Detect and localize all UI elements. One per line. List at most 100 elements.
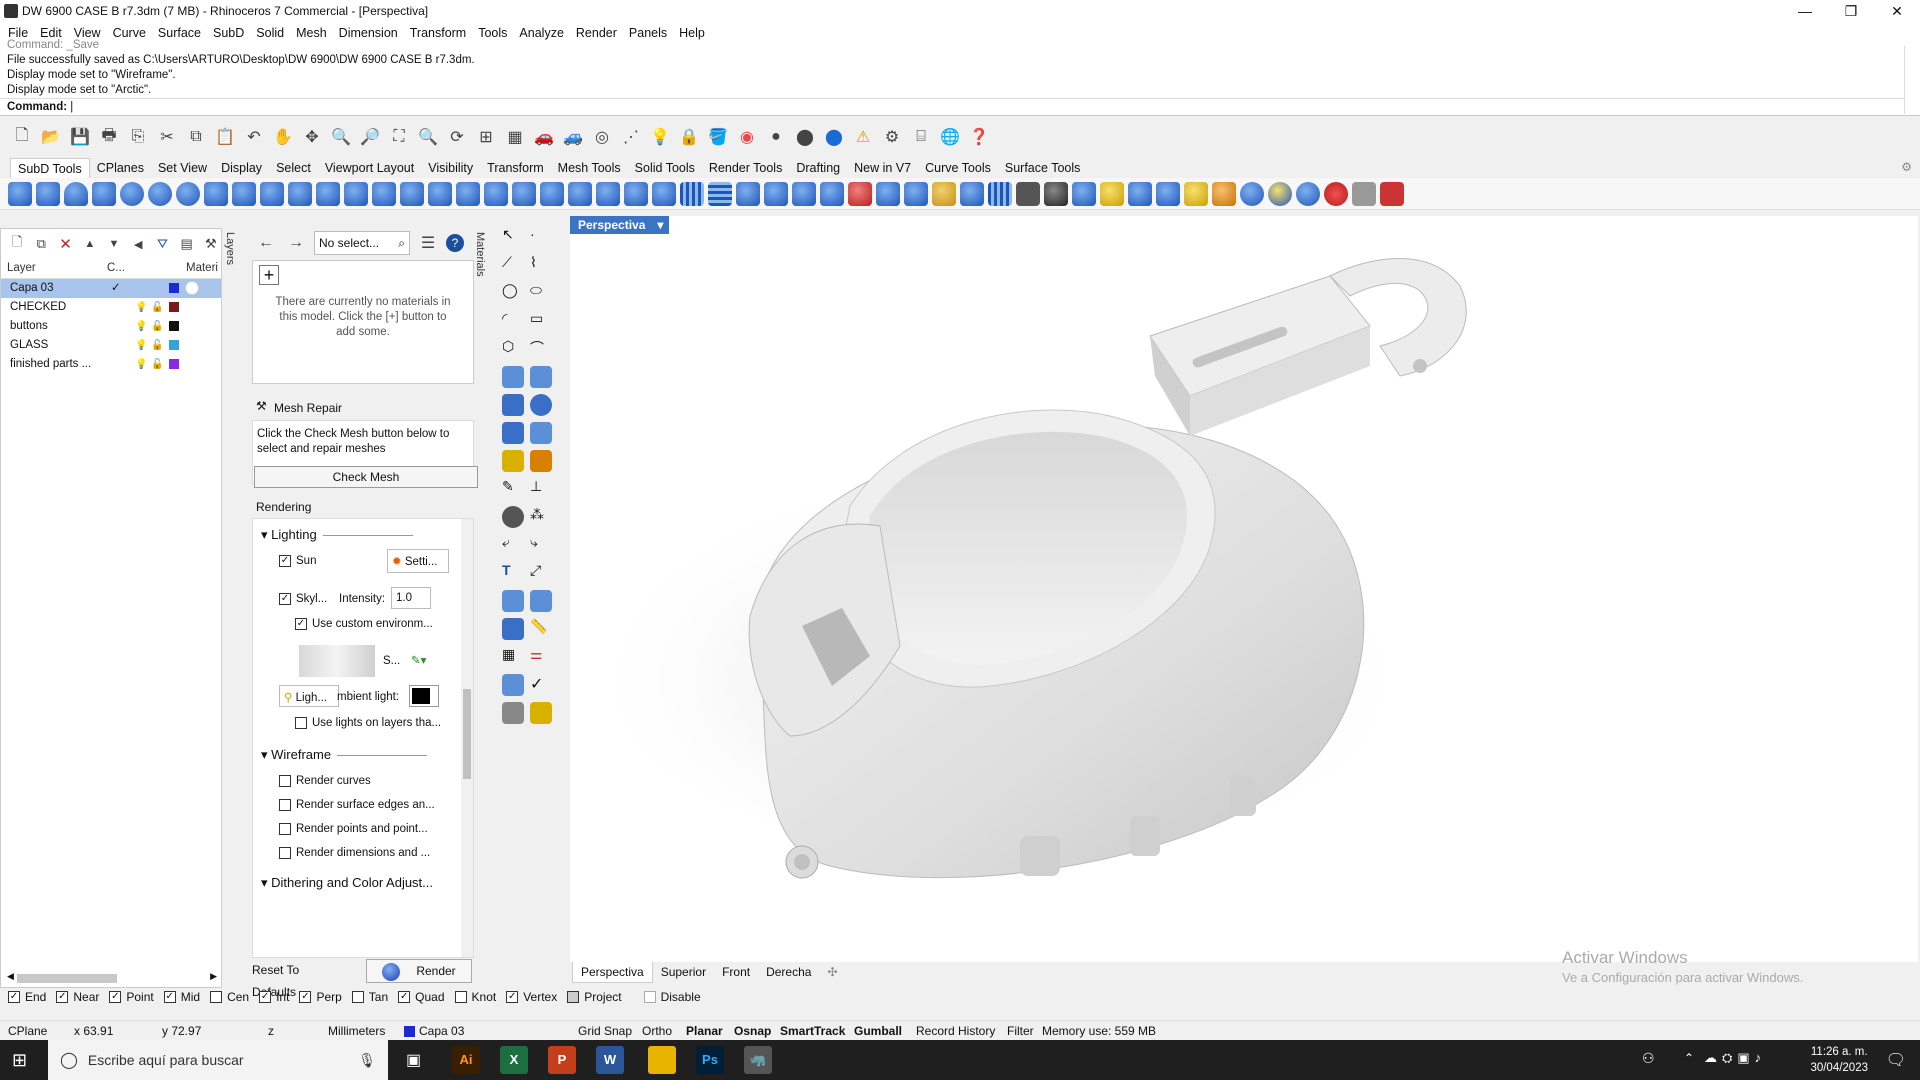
extrude-curve-icon[interactable]: [530, 366, 552, 388]
zoom-extents-icon[interactable]: ⛶: [387, 125, 411, 149]
subd-sphere-icon[interactable]: [120, 181, 144, 206]
render-edges-checkbox[interactable]: [279, 799, 291, 811]
zoom-dynamic-icon[interactable]: 🔍: [329, 125, 353, 149]
subd-edit-red-icon[interactable]: [848, 181, 872, 206]
subd-gumball-icon[interactable]: [764, 181, 788, 206]
status-planar[interactable]: Planar: [686, 1024, 723, 1038]
lighting-section[interactable]: ▾ Lighting: [261, 527, 413, 543]
subd-append-icon[interactable]: [624, 181, 648, 206]
menu-help[interactable]: Help: [673, 22, 711, 44]
osnap-tan[interactable]: Tan: [351, 990, 388, 1004]
lightbulb-icon[interactable]: 💡: [135, 355, 147, 370]
subd-bevel-icon[interactable]: [456, 181, 480, 206]
tab-subd-tools[interactable]: SubD Tools: [10, 157, 90, 179]
edit-pencil-icon[interactable]: ✎▾: [411, 653, 426, 667]
curve-icon[interactable]: ⌇: [530, 254, 552, 276]
boolean-union-icon[interactable]: [530, 394, 552, 416]
layer-row[interactable]: Capa 03 ✓: [1, 279, 221, 298]
people-icon[interactable]: ⚇: [1642, 1050, 1655, 1067]
osnap-checkbox[interactable]: [210, 991, 223, 1003]
subd-funnel-icon[interactable]: [1352, 181, 1376, 206]
osnap-checkbox[interactable]: ✓: [8, 991, 20, 1003]
light-bulb-icon[interactable]: 💡: [648, 125, 672, 149]
render-dims-option[interactable]: Render dimensions and ...: [279, 847, 430, 859]
close-button[interactable]: ✕: [1874, 0, 1920, 22]
status-filter[interactable]: Filter: [1007, 1024, 1034, 1038]
subd-yellow-box-icon[interactable]: [1100, 181, 1124, 206]
subd-list-icon[interactable]: [1016, 181, 1040, 206]
subd-ellipsoid-icon[interactable]: [148, 181, 172, 206]
wireframe-section[interactable]: ▾ Wireframe: [261, 747, 428, 763]
shaded-sphere-icon[interactable]: ●: [764, 125, 788, 149]
text-icon[interactable]: ✎: [502, 478, 524, 500]
render-dims-checkbox[interactable]: [279, 847, 291, 859]
ambient-color-swatch[interactable]: [409, 685, 439, 707]
use-layers-checkbox[interactable]: [295, 717, 307, 729]
select-arrow-icon[interactable]: ↖: [502, 226, 524, 248]
analyze-icon[interactable]: ⚌: [530, 646, 552, 668]
osnap-project[interactable]: Project: [567, 990, 622, 1004]
light-button[interactable]: ⚲ Ligh...: [279, 685, 339, 707]
lock-open-icon[interactable]: 🔓: [151, 336, 163, 351]
forward-arrow-icon[interactable]: →: [284, 231, 308, 255]
menu-tools[interactable]: Tools: [472, 22, 513, 44]
layer-material-icon[interactable]: [185, 281, 199, 295]
taskbar-clock[interactable]: 11:26 a. m. 30/04/2023: [1810, 1044, 1868, 1076]
layer-row[interactable]: GLASS 💡 🔓: [1, 336, 221, 355]
delete-layer-icon[interactable]: ✕: [55, 232, 75, 256]
layer-row[interactable]: finished parts ... 💡 🔓: [1, 355, 221, 374]
subd-pipe-icon[interactable]: [232, 181, 256, 206]
paste-icon[interactable]: 📋: [213, 125, 237, 149]
col-cplane[interactable]: C...: [107, 262, 125, 274]
subd-sphere-b-icon[interactable]: [1268, 181, 1292, 206]
layer-color-swatch[interactable]: [169, 283, 179, 293]
dithering-section[interactable]: ▾ Dithering and Color Adjust...: [261, 875, 433, 891]
material-selector[interactable]: No select... ⌕: [314, 231, 410, 255]
osnap-checkbox[interactable]: ✓: [398, 991, 411, 1003]
subd-fill-icon[interactable]: [400, 181, 424, 206]
subd-subdivide-icon[interactable]: [540, 181, 564, 206]
lock-open-icon[interactable]: 🔓: [151, 355, 163, 370]
status-ortho[interactable]: Ortho: [642, 1024, 672, 1038]
subd-cone-icon[interactable]: [64, 181, 88, 206]
tab-solid-tools[interactable]: Solid Tools: [628, 158, 702, 178]
tab-transform[interactable]: Transform: [480, 158, 551, 178]
excel-app-icon[interactable]: X: [500, 1046, 528, 1074]
mesh-icon[interactable]: [530, 422, 552, 444]
render-points-checkbox[interactable]: [279, 823, 291, 835]
subd-sphere-yellow-icon[interactable]: [1240, 181, 1264, 206]
subd-revolve-icon[interactable]: [316, 181, 340, 206]
osnap-quad[interactable]: ✓ Quad: [398, 990, 445, 1004]
settings-gear-icon[interactable]: ⚙: [1901, 160, 1912, 174]
tab-new-in-v7[interactable]: New in V7: [847, 158, 918, 178]
snap-grid-icon[interactable]: ⋰: [619, 125, 643, 149]
add-material-button[interactable]: +: [259, 265, 279, 285]
col-layer[interactable]: Layer: [7, 262, 36, 274]
lock-icon[interactable]: 🔒: [677, 125, 701, 149]
pan-hand-icon[interactable]: ✋: [271, 125, 295, 149]
move-up-icon[interactable]: ▲: [80, 232, 100, 256]
subd-wrench-icon[interactable]: [1044, 181, 1068, 206]
viewport-4-icon[interactable]: ▦: [503, 125, 527, 149]
light-icon[interactable]: [502, 450, 524, 472]
taskbar-search[interactable]: ◯ Escribe aquí para buscar 🎙: [48, 1040, 388, 1080]
subd-insert-edge-icon[interactable]: [484, 181, 508, 206]
subd-loft-icon[interactable]: [260, 181, 284, 206]
subd-edge-icon[interactable]: [904, 181, 928, 206]
osnap-checkbox[interactable]: ✓: [56, 991, 69, 1003]
select-filter-icon[interactable]: ◎: [590, 125, 614, 149]
new-sublayer-icon[interactable]: ⧉: [31, 232, 51, 256]
status-units[interactable]: Millimeters: [328, 1024, 385, 1038]
subd-quad-grid-icon[interactable]: [708, 181, 732, 206]
tab-display[interactable]: Display: [214, 158, 269, 178]
command-line[interactable]: Command: |: [0, 98, 1905, 114]
lock-open-icon[interactable]: 🔓: [151, 298, 163, 313]
subd-grid-icon[interactable]: [680, 181, 704, 206]
rhino-app-icon[interactable]: 🦏: [744, 1046, 772, 1074]
render-curves-option[interactable]: Render curves: [279, 775, 371, 787]
paint-bucket-icon[interactable]: 🪣: [706, 125, 730, 149]
subd-symmetry-icon[interactable]: [820, 181, 844, 206]
osnap-end[interactable]: ✓ End: [8, 990, 46, 1004]
rendered-sphere-icon[interactable]: ⬤: [793, 125, 817, 149]
fillet-curve-icon[interactable]: ⌒: [530, 338, 552, 360]
